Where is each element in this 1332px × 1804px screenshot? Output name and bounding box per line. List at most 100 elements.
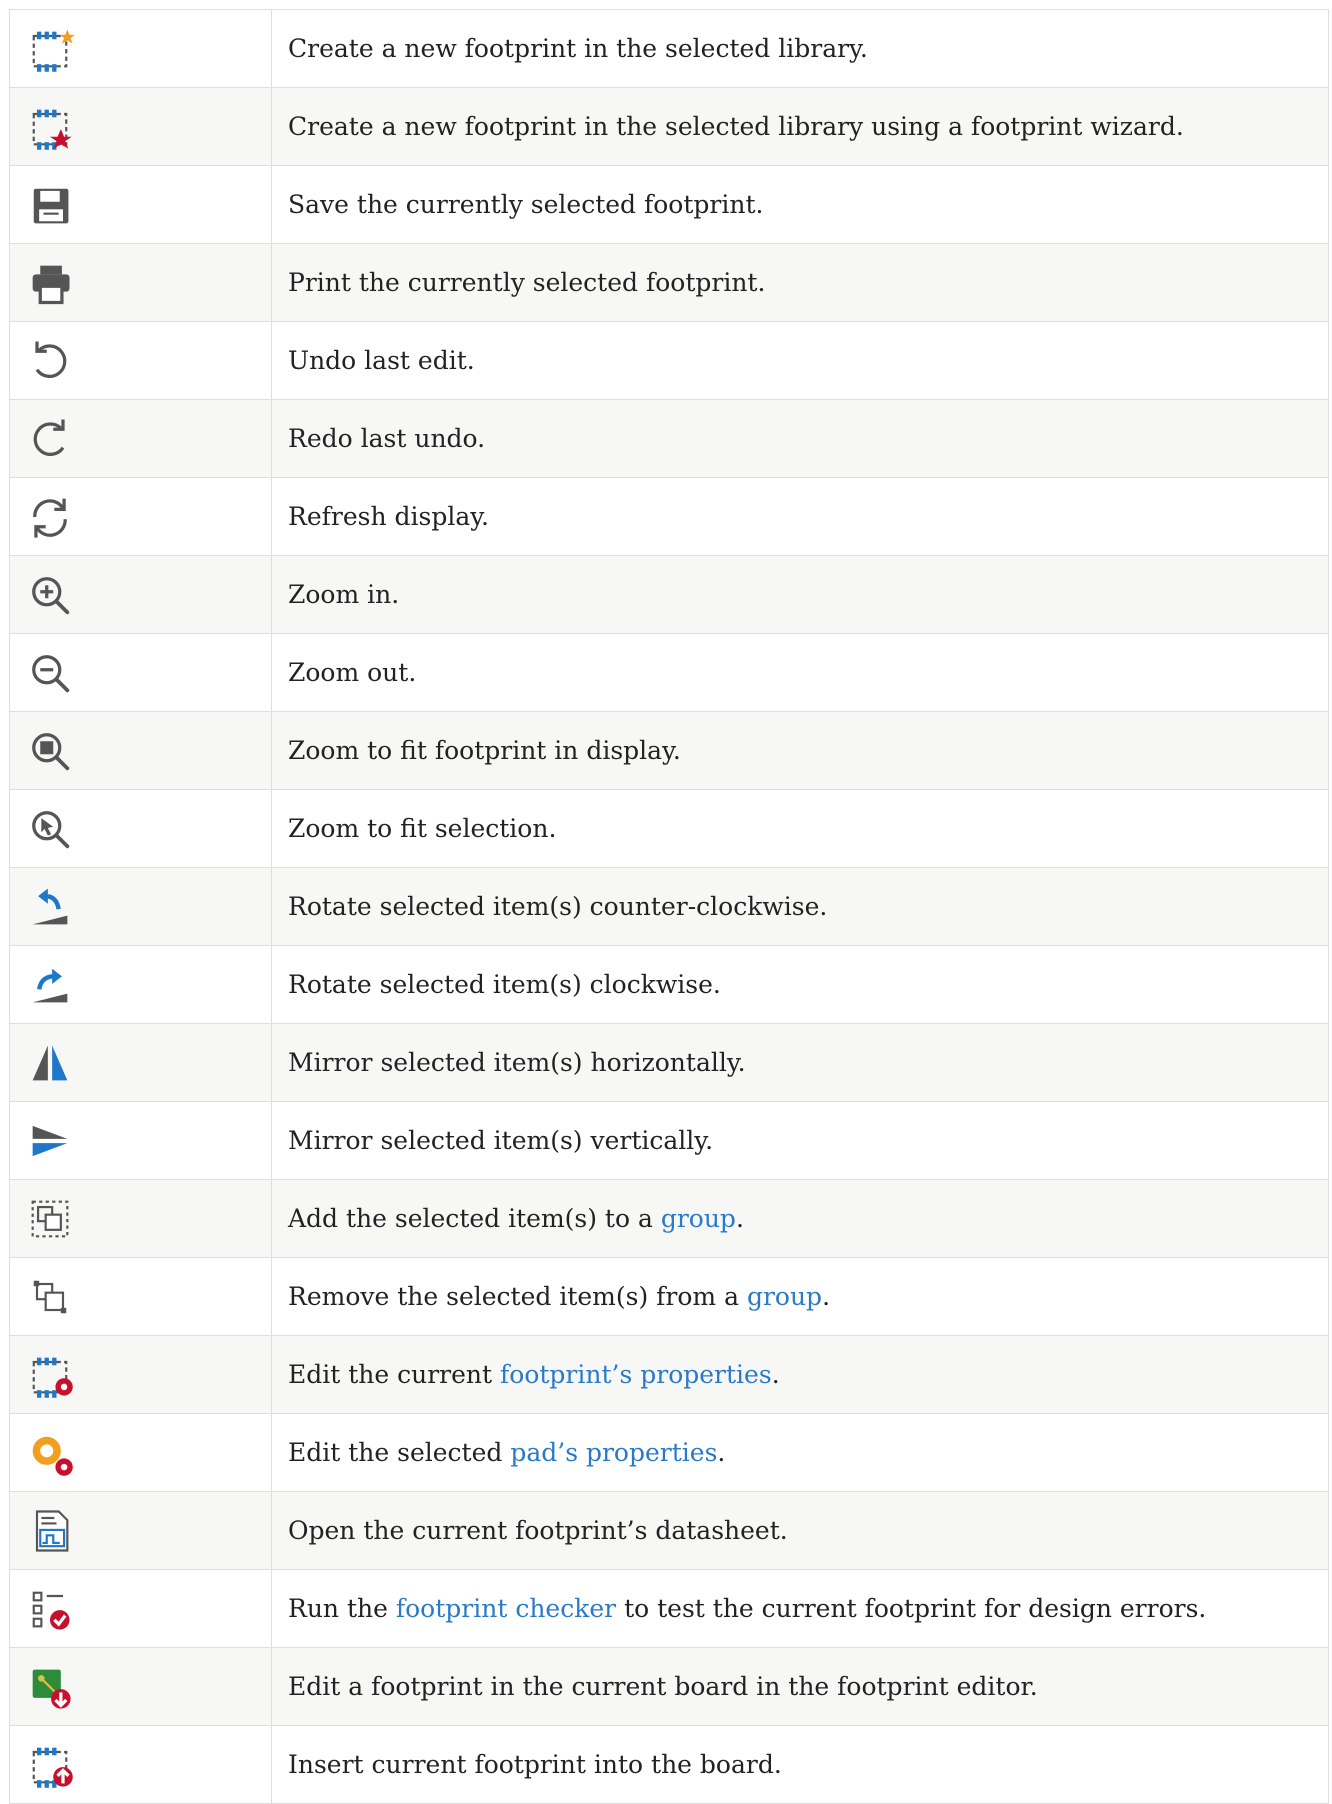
- table-row: Edit the current footprint’s properties.: [9, 1335, 1329, 1414]
- description-cell: Remove the selected item(s) from a group…: [271, 1257, 1329, 1336]
- table-row: Zoom to fit selection.: [9, 789, 1329, 868]
- mirror-vertical-icon: [24, 1115, 76, 1167]
- icon-cell: [9, 1335, 272, 1414]
- description-text: Zoom in.: [288, 580, 400, 609]
- description-text: Insert current footprint into the board.: [288, 1750, 782, 1779]
- icon-cell: [9, 87, 272, 166]
- datasheet-icon: [24, 1505, 76, 1557]
- table-row: Rotate selected item(s) clockwise.: [9, 945, 1329, 1024]
- description-text: .: [771, 1360, 780, 1389]
- zoom-out-icon: [24, 647, 76, 699]
- redo-icon: [24, 413, 76, 465]
- pad-properties-icon: [24, 1427, 76, 1479]
- icon-cell: [9, 711, 272, 790]
- description-text: Edit a footprint in the current board in…: [288, 1672, 1038, 1701]
- new-footprint-icon: [24, 23, 76, 75]
- description-cell: Create a new footprint in the selected l…: [271, 9, 1329, 88]
- icon-cell: [9, 165, 272, 244]
- toolbar-reference-table: Create a new footprint in the selected l…: [9, 9, 1329, 1804]
- icon-cell: [9, 243, 272, 322]
- description-link[interactable]: group: [661, 1204, 736, 1233]
- table-row: Zoom to fit footprint in display.: [9, 711, 1329, 790]
- description-text: Mirror selected item(s) horizontally.: [288, 1048, 746, 1077]
- zoom-fit-icon: [24, 725, 76, 777]
- rotate-cw-icon: [24, 959, 76, 1011]
- group-icon: [24, 1193, 76, 1245]
- description-cell: Zoom out.: [271, 633, 1329, 712]
- description-cell: Refresh display.: [271, 477, 1329, 556]
- table-row: Mirror selected item(s) horizontally.: [9, 1023, 1329, 1102]
- description-text: Remove the selected item(s) from a: [288, 1282, 747, 1311]
- undo-icon: [24, 335, 76, 387]
- description-cell: Run the footprint checker to test the cu…: [271, 1569, 1329, 1648]
- description-text: .: [717, 1438, 726, 1467]
- table-row: Zoom out.: [9, 633, 1329, 712]
- table-row: Print the currently selected footprint.: [9, 243, 1329, 322]
- description-text: Undo last edit.: [288, 346, 475, 375]
- description-text: Add the selected item(s) to a: [288, 1204, 661, 1233]
- description-text: Run the: [288, 1594, 396, 1623]
- ungroup-icon: [24, 1271, 76, 1323]
- table-row: Add the selected item(s) to a group.: [9, 1179, 1329, 1258]
- load-from-board-icon: [24, 1661, 76, 1713]
- description-cell: Redo last undo.: [271, 399, 1329, 478]
- description-cell: Print the currently selected footprint.: [271, 243, 1329, 322]
- table-row: Undo last edit.: [9, 321, 1329, 400]
- description-cell: Save the currently selected footprint.: [271, 165, 1329, 244]
- footprint-wizard-icon: [24, 101, 76, 153]
- description-link[interactable]: footprint’s properties: [500, 1360, 772, 1389]
- table-row: Insert current footprint into the board.: [9, 1725, 1329, 1804]
- icon-cell: [9, 1725, 272, 1804]
- table-row: Redo last undo.: [9, 399, 1329, 478]
- icon-cell: [9, 1101, 272, 1180]
- description-text: Create a new footprint in the selected l…: [288, 112, 1184, 141]
- description-cell: Open the current footprint’s datasheet.: [271, 1491, 1329, 1570]
- description-text: Refresh display.: [288, 502, 489, 531]
- table-row: Create a new footprint in the selected l…: [9, 87, 1329, 166]
- description-text: Rotate selected item(s) counter-clockwis…: [288, 892, 828, 921]
- icon-cell: [9, 9, 272, 88]
- table-row: Refresh display.: [9, 477, 1329, 556]
- description-link[interactable]: group: [747, 1282, 822, 1311]
- icon-cell: [9, 399, 272, 478]
- description-cell: Zoom in.: [271, 555, 1329, 634]
- description-cell: Edit the current footprint’s properties.: [271, 1335, 1329, 1414]
- description-cell: Rotate selected item(s) clockwise.: [271, 945, 1329, 1024]
- table-row: Mirror selected item(s) vertically.: [9, 1101, 1329, 1180]
- icon-cell: [9, 1647, 272, 1726]
- insert-into-board-icon: [24, 1739, 76, 1791]
- table-row: Edit a footprint in the current board in…: [9, 1647, 1329, 1726]
- icon-cell: [9, 1413, 272, 1492]
- table-row: Save the currently selected footprint.: [9, 165, 1329, 244]
- description-text: .: [735, 1204, 744, 1233]
- icon-cell: [9, 555, 272, 634]
- icon-cell: [9, 1257, 272, 1336]
- icon-cell: [9, 867, 272, 946]
- description-text: Edit the current: [288, 1360, 501, 1389]
- icon-cell: [9, 1491, 272, 1570]
- description-text: to test the current footprint for design…: [616, 1594, 1207, 1623]
- description-cell: Mirror selected item(s) horizontally.: [271, 1023, 1329, 1102]
- description-cell: Create a new footprint in the selected l…: [271, 87, 1329, 166]
- description-text: Create a new footprint in the selected l…: [288, 34, 868, 63]
- description-cell: Edit a footprint in the current board in…: [271, 1647, 1329, 1726]
- description-cell: Rotate selected item(s) counter-clockwis…: [271, 867, 1329, 946]
- description-link[interactable]: footprint checker: [396, 1594, 616, 1623]
- footprint-checker-icon: [24, 1583, 76, 1635]
- icon-cell: [9, 1023, 272, 1102]
- table-row: Create a new footprint in the selected l…: [9, 9, 1329, 88]
- icon-cell: [9, 477, 272, 556]
- description-link[interactable]: pad’s properties: [510, 1438, 717, 1467]
- icon-cell: [9, 321, 272, 400]
- zoom-selection-icon: [24, 803, 76, 855]
- description-text: Zoom out.: [288, 658, 417, 687]
- description-text: Save the currently selected footprint.: [288, 190, 764, 219]
- description-cell: Insert current footprint into the board.: [271, 1725, 1329, 1804]
- description-text: Redo last undo.: [288, 424, 486, 453]
- description-text: Print the currently selected footprint.: [288, 268, 766, 297]
- table-row: Remove the selected item(s) from a group…: [9, 1257, 1329, 1336]
- table-row: Rotate selected item(s) counter-clockwis…: [9, 867, 1329, 946]
- refresh-icon: [24, 491, 76, 543]
- table-row: Run the footprint checker to test the cu…: [9, 1569, 1329, 1648]
- icon-cell: [9, 1569, 272, 1648]
